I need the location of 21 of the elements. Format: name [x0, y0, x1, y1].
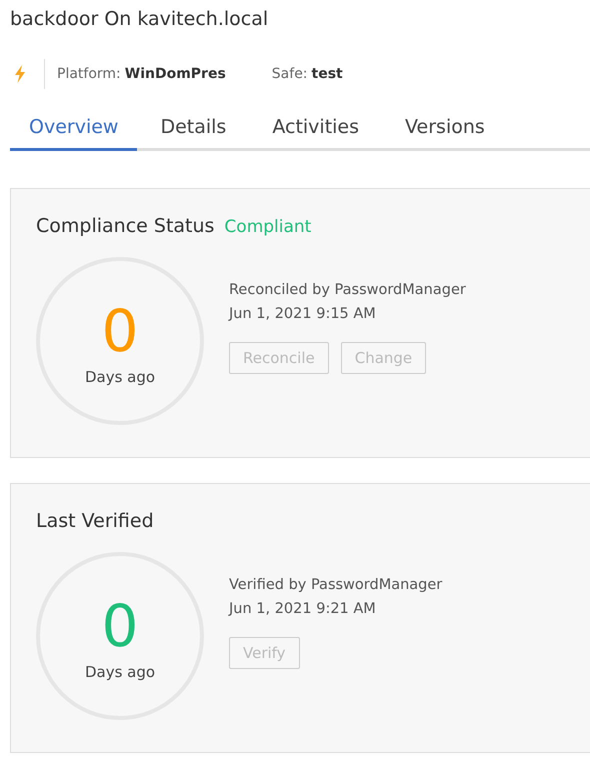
tab[interactable]: Overview	[10, 110, 138, 151]
compliance-status: Compliant	[224, 217, 312, 237]
safe-value: test	[312, 66, 343, 82]
tab[interactable]: Versions	[382, 110, 508, 151]
performed-by: Verified by PasswordManager	[229, 576, 442, 595]
lightning-icon	[14, 65, 26, 83]
platform-label: Platform:	[57, 66, 121, 82]
days-count: 0	[102, 302, 138, 360]
performed-date: Jun 1, 2021 9:21 AM	[229, 600, 377, 619]
page-title: backdoor On kavitech.local	[9, 7, 270, 32]
safe-label: Safe:	[272, 66, 308, 82]
performed-by: Reconciled by PasswordManager	[229, 281, 466, 300]
tab[interactable]: Activities	[249, 110, 382, 151]
tab[interactable]: Details	[137, 110, 250, 151]
days-label: Days ago	[84, 368, 156, 386]
days-label: Days ago	[84, 663, 156, 681]
platform-value: WinDomPres	[124, 66, 226, 82]
card-title: Compliance Status	[36, 215, 214, 237]
performed-date: Jun 1, 2021 9:15 AM	[229, 305, 377, 324]
days-count: 0	[102, 597, 138, 655]
card-title: Last Verified	[36, 510, 154, 532]
